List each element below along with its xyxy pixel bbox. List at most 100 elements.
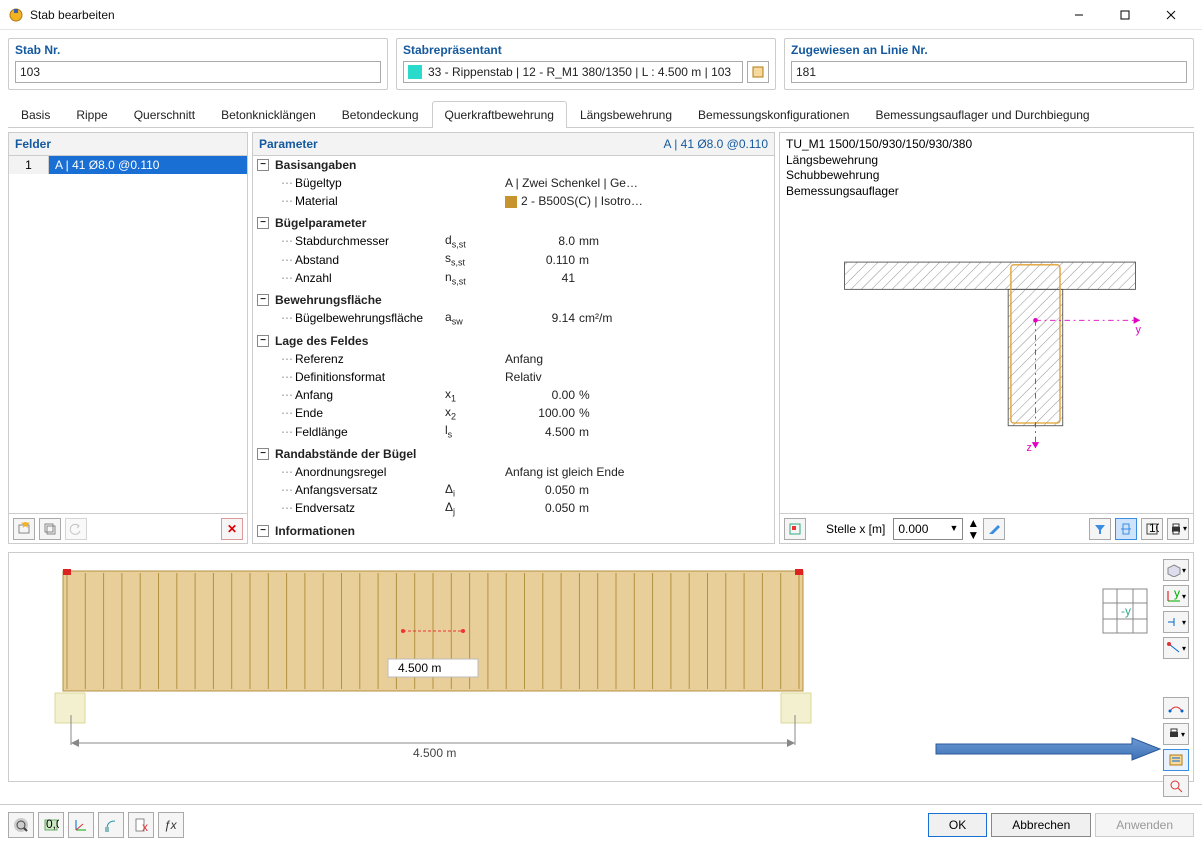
cancel-button[interactable]: Abbrechen <box>991 813 1091 837</box>
params-header-extra: A | 41 Ø8.0 @0.110 <box>664 137 768 151</box>
param-row[interactable]: ⋯ReferenzAnfang <box>253 350 774 368</box>
color-chip-icon <box>408 65 422 79</box>
collapse-icon[interactable]: − <box>257 525 269 537</box>
delete-field-button[interactable]: ✕ <box>221 518 243 540</box>
material-button[interactable] <box>98 812 124 838</box>
collapse-icon[interactable]: − <box>257 159 269 171</box>
svg-text:0,00: 0,00 <box>46 817 59 831</box>
minimize-button[interactable] <box>1056 0 1102 30</box>
svg-text:z: z <box>1026 442 1031 453</box>
svg-text:100: 100 <box>1149 522 1159 535</box>
preview-line: Schubbewehrung <box>786 168 972 184</box>
tab-bemessungsauflager-und-durchbiegung[interactable]: Bemessungsauflager und Durchbiegung <box>862 101 1102 128</box>
param-row[interactable]: ⋯Endex2100.00% <box>253 404 774 422</box>
rebar-curve-button[interactable] <box>1163 697 1189 719</box>
param-row[interactable]: ⋯Anfangx10.00% <box>253 386 774 404</box>
param-row[interactable]: ⋯Anzahlns,st41 <box>253 269 774 287</box>
stabrep-box: Stabrepräsentant 33 - Rippenstab | 12 - … <box>396 38 776 90</box>
stab-nr-input[interactable] <box>15 61 381 83</box>
field-row[interactable]: 1A | 41 Ø8.0 @0.110 <box>9 156 247 174</box>
close-button[interactable] <box>1148 0 1194 30</box>
params-header: Parameter <box>259 137 318 151</box>
callout-arrow-icon <box>932 736 1162 762</box>
linie-input[interactable] <box>791 61 1187 83</box>
collapse-icon[interactable]: − <box>257 294 269 306</box>
duplicate-field-button[interactable] <box>39 518 61 540</box>
stab-nr-label: Stab Nr. <box>15 43 381 57</box>
fx-button[interactable]: ƒx <box>158 812 184 838</box>
apply-button: Anwenden <box>1095 813 1194 837</box>
param-group[interactable]: −Randabstände der Bügel <box>253 445 774 463</box>
param-row[interactable]: ⋯Material2 - B500S(C) | Isotro… <box>253 192 774 210</box>
anchor-button[interactable]: ▾ <box>1163 637 1189 659</box>
export-button[interactable]: x <box>128 812 154 838</box>
param-group[interactable]: −Informationen <box>253 522 774 540</box>
filter-button[interactable] <box>1089 518 1111 540</box>
param-row[interactable]: ⋯BügeltypA | Zwei Schenkel | Ge… <box>253 174 774 192</box>
window-title: Stab bearbeiten <box>30 8 1056 22</box>
print-beam-button[interactable]: ▾ <box>1163 723 1189 745</box>
help-button[interactable] <box>8 812 34 838</box>
stabrep-label: Stabrepräsentant <box>403 43 769 57</box>
undo-button[interactable] <box>65 518 87 540</box>
tab-rippe[interactable]: Rippe <box>63 101 120 128</box>
tab-querschnitt[interactable]: Querschnitt <box>121 101 208 128</box>
maximize-button[interactable] <box>1102 0 1148 30</box>
bottom-bar: 0,00 x ƒx OK Abbrechen Anwenden <box>0 804 1202 844</box>
param-row[interactable]: ⋯AnordnungsregelAnfang ist gleich Ende <box>253 463 774 481</box>
tab-basis[interactable]: Basis <box>8 101 63 128</box>
preview-line: Längsbewehrung <box>786 153 972 169</box>
view-grid-icon[interactable]: -y <box>1101 587 1149 635</box>
add-field-button[interactable]: ★ <box>13 518 35 540</box>
params-panel: Parameter A | 41 Ø8.0 @0.110 −Basisangab… <box>252 132 775 544</box>
param-group[interactable]: −Lage des Feldes <box>253 332 774 350</box>
svg-text:4.500 m: 4.500 m <box>413 746 456 760</box>
beam-elevation: 4.500 m 4.500 m <box>53 565 813 775</box>
units-button[interactable]: 0,00 <box>38 812 64 838</box>
cross-section-preview: y z <box>820 253 1160 453</box>
param-row[interactable]: ⋯Feldlängels4.500m <box>253 422 774 440</box>
collapse-icon[interactable]: − <box>257 217 269 229</box>
titlebar: Stab bearbeiten <box>0 0 1202 30</box>
callout-target-button[interactable] <box>1163 749 1189 771</box>
zoom-extents-button[interactable] <box>784 518 806 540</box>
tab-l-ngsbewehrung[interactable]: Längsbewehrung <box>567 101 685 128</box>
tab-bar: BasisRippeQuerschnittBetonknicklängenBet… <box>8 100 1194 128</box>
print-button[interactable]: ▾ <box>1167 518 1189 540</box>
stelle-input[interactable]: 0.000▼ <box>893 518 963 540</box>
preview-panel: TU_M1 1500/150/930/150/930/380Längsbeweh… <box>779 132 1194 544</box>
param-row[interactable]: ⋯Stabdurchmesserds,st8.0mm <box>253 232 774 250</box>
svg-text:4.500 m: 4.500 m <box>398 661 441 675</box>
axis-toggle-button[interactable]: y▾ <box>1163 585 1189 607</box>
results-button[interactable]: 100 <box>1141 518 1163 540</box>
stelle-label: Stelle x [m] <box>826 522 885 536</box>
param-row[interactable]: ⋯Abstandss,st0.110m <box>253 250 774 268</box>
edit-button[interactable] <box>983 518 1005 540</box>
fields-panel: Felder 1A | 41 Ø8.0 @0.110 ★ ✕ <box>8 132 248 544</box>
stabrep-picker-button[interactable] <box>747 61 769 83</box>
tab-betondeckung[interactable]: Betondeckung <box>329 101 432 128</box>
a-button[interactable]: ▾ <box>1163 611 1189 633</box>
param-group[interactable]: −Bewehrungsfläche <box>253 291 774 309</box>
tab-bemessungskonfigurationen[interactable]: Bemessungskonfigurationen <box>685 101 862 128</box>
find-button[interactable] <box>1163 775 1189 797</box>
linie-label: Zugewiesen an Linie Nr. <box>791 43 1187 57</box>
app-icon <box>8 7 24 23</box>
coord-button[interactable] <box>68 812 94 838</box>
tab-betonknickl-ngen[interactable]: Betonknicklängen <box>208 101 329 128</box>
param-row[interactable]: ⋯EndversatzΔj0.050m <box>253 499 774 517</box>
collapse-icon[interactable]: − <box>257 335 269 347</box>
stabrep-select[interactable]: 33 - Rippenstab | 12 - R_M1 380/1350 | L… <box>403 61 743 83</box>
param-group[interactable]: −Bügelparameter <box>253 214 774 232</box>
tab-querkraftbewehrung[interactable]: Querkraftbewehrung <box>432 101 567 128</box>
svg-text:ƒx: ƒx <box>164 818 178 832</box>
param-row[interactable]: ⋯DefinitionsformatRelativ <box>253 368 774 386</box>
collapse-icon[interactable]: − <box>257 448 269 460</box>
ok-button[interactable]: OK <box>928 813 987 837</box>
view-iso-button[interactable]: ▾ <box>1163 559 1189 581</box>
preview-line: Bemessungsauflager <box>786 184 972 200</box>
param-group[interactable]: −Basisangaben <box>253 156 774 174</box>
display-options-button[interactable] <box>1115 518 1137 540</box>
param-row[interactable]: ⋯Bügelbewehrungsflächeasw9.14cm²/m <box>253 309 774 327</box>
param-row[interactable]: ⋯AnfangsversatzΔi0.050m <box>253 481 774 499</box>
